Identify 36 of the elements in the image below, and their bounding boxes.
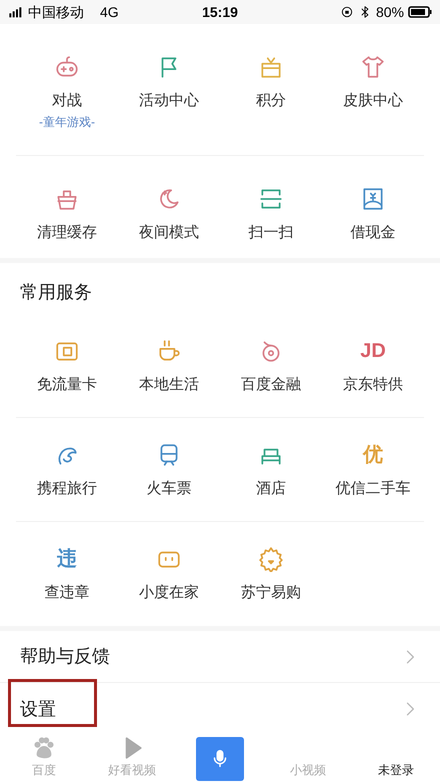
- t-shirt-icon: [360, 54, 386, 80]
- item-label[interactable]: 清理缓存: [37, 222, 97, 244]
- item-label[interactable]: 皮肤中心: [343, 90, 403, 112]
- item-label[interactable]: 本地生活: [139, 374, 199, 396]
- item-label[interactable]: 百度金融: [241, 374, 301, 396]
- network-type: 4G: [100, 2, 119, 22]
- item-label[interactable]: 火车票: [146, 478, 192, 500]
- item-label[interactable]: 对战: [52, 90, 82, 112]
- nav-tab[interactable]: 未登录: [352, 735, 440, 782]
- letter-icon: 优: [363, 445, 383, 465]
- item-label[interactable]: 积分: [256, 90, 286, 112]
- section-title: 常用服务: [19, 281, 93, 304]
- carrier-name: 中国移动: [28, 2, 84, 22]
- item-label[interactable]: 小度在家: [139, 582, 199, 604]
- letter-icon: JD: [360, 341, 386, 361]
- item-label[interactable]: 免流量卡: [37, 374, 97, 396]
- menu-label: 设置: [20, 698, 57, 720]
- menu-row[interactable]: 帮助与反馈: [0, 631, 440, 683]
- lion-face-icon: [258, 546, 284, 572]
- item-label[interactable]: 酒店: [256, 478, 286, 500]
- battery-percent: 80%: [376, 2, 404, 22]
- item-label[interactable]: 优信二手车: [336, 478, 410, 500]
- item-label[interactable]: 扫一扫: [248, 222, 294, 244]
- item-sublabel: -童年游戏-: [39, 114, 95, 130]
- item-label[interactable]: 京东特供: [343, 374, 403, 396]
- clock-time: 15:19: [201, 2, 239, 22]
- item-label[interactable]: 活动中心: [139, 90, 199, 112]
- menu-label: 帮助与反馈: [20, 645, 111, 668]
- voice-search-button[interactable]: [196, 736, 244, 780]
- item-label[interactable]: 夜间模式: [139, 222, 199, 244]
- item-label[interactable]: 携程旅行: [37, 478, 97, 500]
- letter-icon: 违: [57, 549, 77, 569]
- item-label[interactable]: 借现金: [350, 222, 396, 244]
- menu-row[interactable]: 设置: [0, 683, 440, 735]
- item-label[interactable]: 查违章: [44, 582, 90, 604]
- item-label[interactable]: 苏宁易购: [241, 582, 301, 604]
